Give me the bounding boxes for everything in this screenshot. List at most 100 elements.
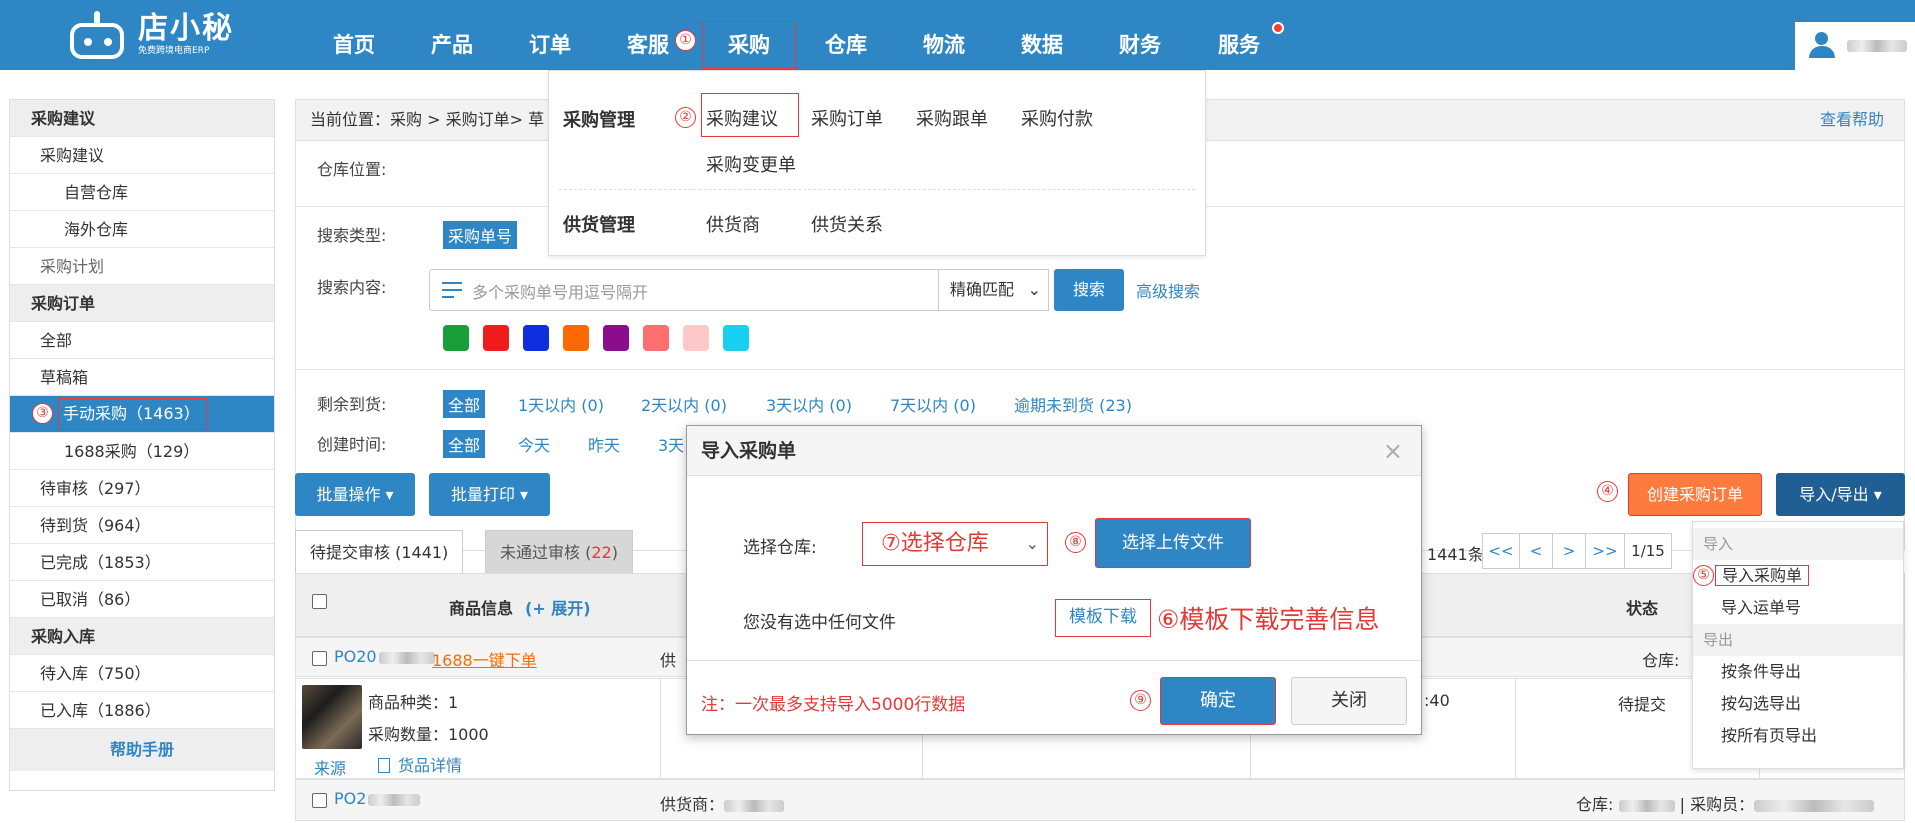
page-prev-button[interactable]: < [1519, 533, 1553, 569]
nav-finance[interactable]: 财务 [1119, 0, 1161, 70]
sidebar-item-overseas-warehouse[interactable]: 海外仓库 [10, 211, 274, 248]
confirm-button[interactable]: 确定 [1160, 677, 1276, 725]
nav-orders[interactable]: 订单 [529, 0, 571, 70]
sidebar-item-drafts[interactable]: 草稿箱 [10, 359, 274, 396]
supplier-label: 供货商： [660, 791, 785, 815]
nav-logistics[interactable]: 物流 [923, 0, 965, 70]
time-fragment: :40 [1424, 691, 1450, 710]
export-all-pages[interactable]: 按所有页导出 [1693, 720, 1903, 752]
remaining-2-days[interactable]: 2天以内 (0) [641, 392, 727, 416]
user-icon [1809, 32, 1839, 58]
remaining-all[interactable]: 全部 [443, 390, 486, 418]
remaining-overdue[interactable]: 逾期未到货 (23) [1014, 392, 1132, 416]
view-help-link[interactable]: 查看帮助 [1820, 100, 1884, 140]
list-filter-icon [442, 282, 462, 300]
sidebar-item-awaiting-arrival[interactable]: 待到货（964） [10, 507, 274, 544]
search-type-po-number[interactable]: 采购单号 [443, 221, 518, 249]
dropdown-purchase-payment[interactable]: 采购付款 [1021, 105, 1093, 131]
sidebar-item-all[interactable]: 全部 [10, 322, 274, 359]
color-tag-red[interactable] [483, 325, 509, 351]
color-tag-pink[interactable] [683, 325, 709, 351]
dropdown-purchase-orders[interactable]: 采购订单 [811, 105, 883, 131]
dropdown-purchase-change-order[interactable]: 采购变更单 [706, 151, 796, 177]
page-last-button[interactable]: >> [1585, 533, 1625, 569]
nav-customer-service[interactable]: 客服 [627, 0, 669, 70]
po-number-link[interactable]: PO2 [334, 789, 421, 808]
created-yesterday[interactable]: 昨天 [588, 432, 620, 456]
color-tag-salmon[interactable] [643, 325, 669, 351]
import-purchase-order-item[interactable]: ⑤ 导入采购单 [1693, 560, 1903, 592]
user-account[interactable] [1795, 22, 1915, 70]
dropdown-purchase-tracking[interactable]: 采购跟单 [916, 105, 988, 131]
nav-data[interactable]: 数据 [1021, 0, 1063, 70]
dropdown-purchase-suggestion[interactable]: 采购建议 [706, 105, 778, 131]
export-by-selection[interactable]: 按勾选导出 [1693, 688, 1903, 720]
sidebar-item-inbound-done[interactable]: 已入库（1886） [10, 692, 274, 729]
batch-print-button[interactable]: 批量打印 ▾ [429, 473, 550, 516]
template-download-link[interactable]: 模板下载 [1055, 599, 1151, 637]
create-purchase-order-button[interactable]: 创建采购订单 [1628, 473, 1762, 516]
expand-link[interactable]: (+ 展开) [525, 595, 591, 619]
nav-services[interactable]: 服务 [1218, 0, 1260, 70]
close-button[interactable]: 关闭 [1291, 677, 1407, 725]
dropdown-supply-relations[interactable]: 供货关系 [811, 211, 883, 237]
dropdown-suppliers[interactable]: 供货商 [706, 211, 760, 237]
sidebar-item-pending-review[interactable]: 待审核（297） [10, 470, 274, 507]
warehouse-select[interactable]: ⑦选择仓库 ⌄ [862, 522, 1048, 566]
nav-purchase[interactable]: 采购 [702, 21, 796, 69]
page-first-button[interactable]: << [1482, 533, 1520, 569]
sidebar-section-suggestion[interactable]: 采购建议 [10, 100, 274, 137]
nav-home[interactable]: 首页 [333, 0, 375, 70]
advanced-search-link[interactable]: 高级搜索 [1136, 278, 1200, 302]
batch-operations-button[interactable]: 批量操作 ▾ [295, 473, 415, 516]
sidebar-item-plan[interactable]: 采购计划 [10, 248, 274, 285]
sidebar-item-cancelled[interactable]: 已取消（86） [10, 581, 274, 618]
sidebar-item-manual-purchase[interactable]: ③ 手动采购（1463） [10, 396, 274, 433]
tab-pending-submit[interactable]: 待提交审核 (1441) [295, 530, 464, 574]
1688-one-click-order-tag[interactable]: 1688一键下单 [432, 647, 537, 671]
created-3-days[interactable]: 3天 [658, 432, 684, 456]
dropdown-purchase-management: 采购管理 [563, 110, 635, 131]
search-input[interactable]: 多个采购单号用逗号隔开 [429, 269, 939, 311]
color-tag-green[interactable] [443, 325, 469, 351]
export-by-condition[interactable]: 按条件导出 [1693, 656, 1903, 688]
import-waybill-item[interactable]: 导入运单号 [1693, 592, 1903, 624]
close-icon[interactable]: × [1383, 426, 1403, 476]
remaining-7-days[interactable]: 7天以内 (0) [890, 392, 976, 416]
sidebar-item-completed[interactable]: 已完成（1853） [10, 544, 274, 581]
goods-detail-link[interactable]: 货品详情 [378, 752, 462, 776]
page-next-button[interactable]: > [1552, 533, 1586, 569]
import-export-button[interactable]: 导入/导出 ▾ [1776, 473, 1905, 516]
color-tag-purple[interactable] [603, 325, 629, 351]
select-upload-file-button[interactable]: 选择上传文件 [1095, 518, 1251, 568]
tab-rejected[interactable]: 未通过审核 (22) [485, 530, 633, 574]
logo[interactable]: 店小秘 免费跨境电商ERP [66, 6, 234, 64]
sidebar-item-1688-purchase[interactable]: 1688采购（129） [10, 433, 274, 470]
created-today[interactable]: 今天 [518, 432, 550, 456]
help-manual-link[interactable]: 帮助手册 [10, 729, 274, 771]
nav-products[interactable]: 产品 [431, 0, 473, 70]
color-tag-cyan[interactable] [723, 325, 749, 351]
sidebar-item-awaiting-inbound[interactable]: 待入库（750） [10, 655, 274, 692]
sidebar-section-orders[interactable]: 采购订单 [10, 285, 274, 322]
remaining-3-days[interactable]: 3天以内 (0) [766, 392, 852, 416]
product-thumbnail[interactable] [302, 685, 362, 749]
step-2-marker: ② [675, 107, 696, 128]
sidebar-section-inbound[interactable]: 采购入库 [10, 618, 274, 655]
color-tag-blue[interactable] [523, 325, 549, 351]
created-all[interactable]: 全部 [443, 430, 486, 458]
nav-warehouse[interactable]: 仓库 [825, 0, 867, 70]
match-mode-select[interactable]: 精确匹配 ⌄ [939, 269, 1049, 311]
select-all-checkbox[interactable] [312, 594, 327, 609]
po-number-link[interactable]: PO20 [334, 647, 435, 666]
export-group-label: 导出 [1693, 624, 1903, 656]
sidebar-item-suggestion[interactable]: 采购建议 [10, 137, 274, 174]
row-checkbox[interactable] [312, 793, 327, 808]
remaining-1-day[interactable]: 1天以内 (0) [518, 392, 604, 416]
username-blurred [1847, 40, 1907, 52]
color-tag-orange[interactable] [563, 325, 589, 351]
row-checkbox[interactable] [312, 651, 327, 666]
sidebar-item-own-warehouse[interactable]: 自营仓库 [10, 174, 274, 211]
source-link[interactable]: 来源 [314, 755, 346, 779]
search-button[interactable]: 搜索 [1054, 269, 1124, 311]
